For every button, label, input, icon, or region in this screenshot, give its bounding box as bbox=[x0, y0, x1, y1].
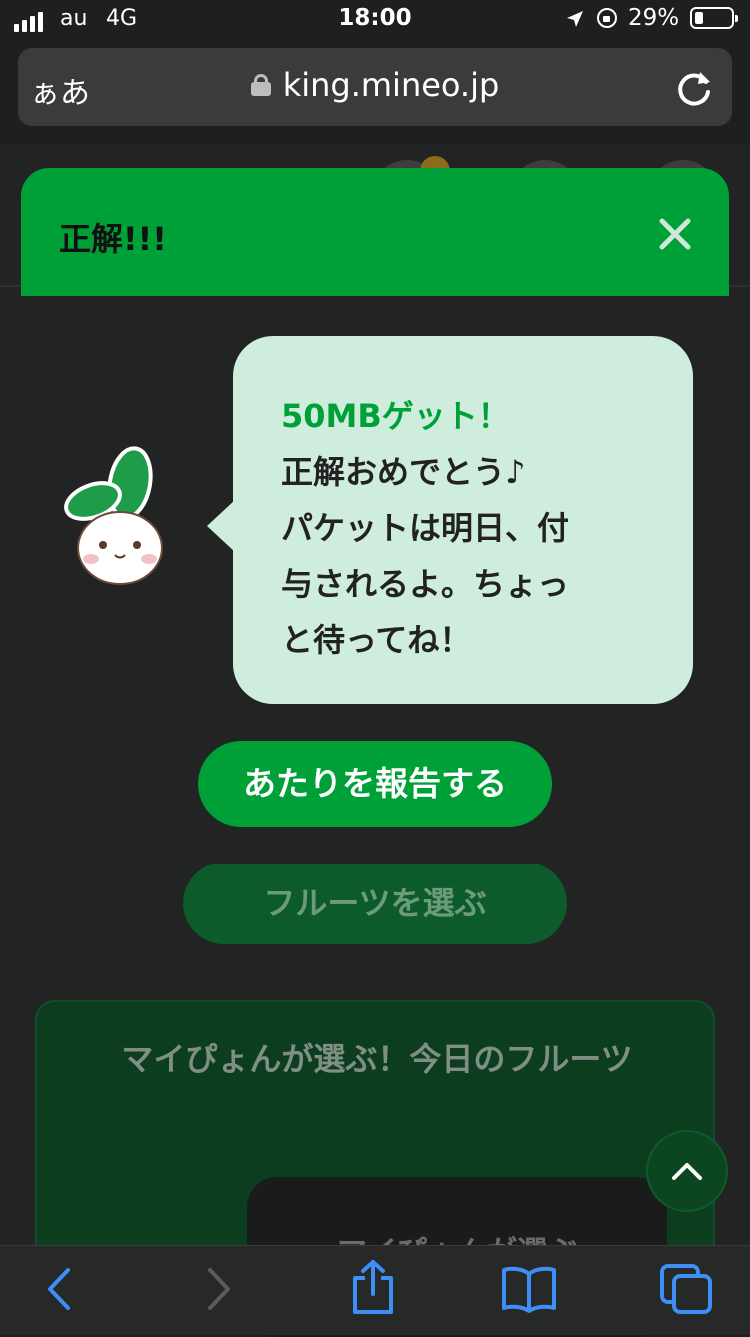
forward-icon[interactable] bbox=[198, 1264, 238, 1314]
message-line: 正解おめでとう♪ bbox=[281, 453, 526, 491]
modal-title: 正解!!! bbox=[59, 220, 167, 258]
rotation-lock-icon bbox=[597, 8, 617, 28]
share-icon[interactable] bbox=[348, 1258, 398, 1316]
battery-percent: 29% bbox=[628, 5, 680, 31]
message-line: パケットは明日、付 bbox=[281, 509, 570, 547]
choose-fruit-button[interactable]: フルーツを選ぶ bbox=[183, 862, 567, 944]
location-icon bbox=[567, 11, 583, 27]
url-text: king.mineo.jp bbox=[282, 66, 500, 104]
tabs-icon[interactable] bbox=[658, 1262, 714, 1316]
chevron-up-icon bbox=[672, 1163, 702, 1180]
back-icon[interactable] bbox=[40, 1264, 80, 1314]
message-line: と待ってね！ bbox=[281, 621, 472, 659]
speech-bubble: 50MBゲット！ 正解おめでとう♪ パケットは明日、付 与されるよ。ちょっ と待… bbox=[233, 336, 693, 704]
mascot-rabbit-image bbox=[64, 446, 163, 585]
result-modal: 正解!!! 50MBゲット！ 正解おめでとう♪ パケットは明日、付 与されるよ。… bbox=[21, 168, 729, 864]
url-field[interactable]: king.mineo.jp bbox=[18, 66, 732, 104]
report-win-button[interactable]: あたりを報告する bbox=[198, 741, 552, 827]
speech-bubble-tail bbox=[207, 500, 235, 552]
battery-icon bbox=[690, 7, 738, 29]
padlock-icon bbox=[250, 74, 271, 96]
reload-icon[interactable] bbox=[674, 66, 714, 108]
message-line: 与されるよ。ちょっ bbox=[281, 565, 570, 603]
status-bar: au 4G 18:00 29% bbox=[0, 0, 750, 40]
reward-text: 50MBゲット！ bbox=[281, 397, 510, 435]
today-fruit-title: マイぴょんが選ぶ！今日のフルーツ bbox=[121, 1040, 633, 1078]
close-icon[interactable] bbox=[655, 214, 695, 254]
modal-header: 正解!!! bbox=[21, 168, 729, 296]
browser-toolbar bbox=[0, 1245, 750, 1335]
address-bar[interactable]: ぁあ king.mineo.jp bbox=[18, 48, 732, 126]
scroll-top-button[interactable] bbox=[646, 1130, 728, 1212]
bubble-message: 50MBゲット！ 正解おめでとう♪ パケットは明日、付 与されるよ。ちょっ と待… bbox=[281, 388, 671, 668]
bookmarks-icon[interactable] bbox=[500, 1264, 558, 1314]
